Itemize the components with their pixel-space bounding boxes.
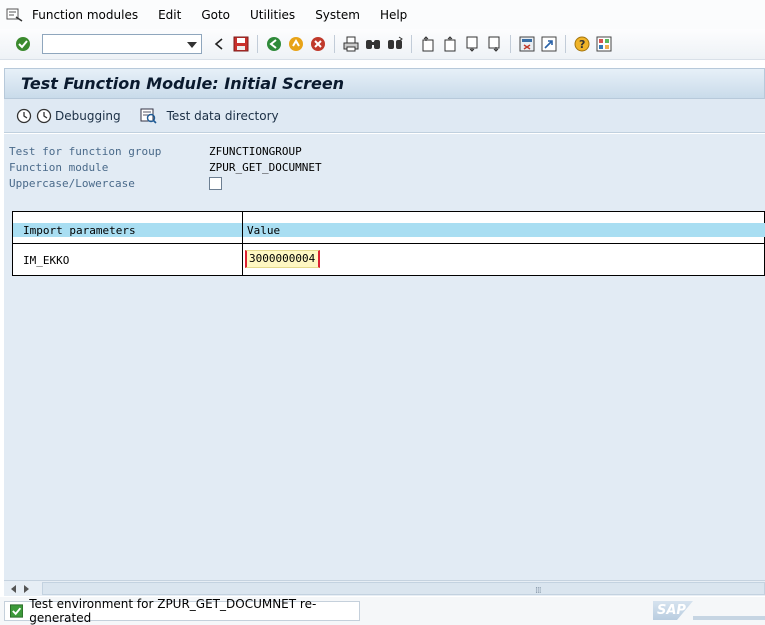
save-icon[interactable] <box>231 34 251 54</box>
chevron-down-icon[interactable] <box>187 42 197 48</box>
find-icon[interactable] <box>363 34 383 54</box>
debug-icon <box>36 108 52 123</box>
sap-logo: SAP <box>653 601 693 620</box>
toolbar-separator <box>257 35 258 53</box>
table-header: Import parameters Value <box>13 212 765 244</box>
debugging-button[interactable]: Debugging <box>36 108 121 124</box>
print-icon[interactable] <box>341 34 361 54</box>
command-field[interactable] <box>42 34 202 54</box>
toolbar-separator <box>510 35 511 53</box>
exit-icon[interactable] <box>286 34 306 54</box>
shortcut-icon[interactable] <box>539 34 559 54</box>
first-page-icon[interactable] <box>418 34 438 54</box>
toolbar-separator <box>565 35 566 53</box>
back-nav-icon[interactable] <box>209 34 229 54</box>
import-parameters-table: Import parameters Value IM_EKKO 30000000… <box>12 211 765 276</box>
menu-utilities[interactable]: Utilities <box>250 8 295 22</box>
menu-help[interactable]: Help <box>380 8 407 22</box>
help-icon[interactable]: ? <box>572 34 592 54</box>
find-next-icon[interactable] <box>385 34 405 54</box>
back-icon[interactable] <box>264 34 284 54</box>
application-toolbar: Debugging Test data directory <box>4 99 765 133</box>
function-module-row: Function module ZPUR_GET_DOCUMNET <box>9 159 322 175</box>
execute-button[interactable] <box>16 108 32 124</box>
scrollbar-grip-icon[interactable]: ⁞⁞⁞ <box>535 586 542 596</box>
previous-page-icon[interactable] <box>440 34 460 54</box>
test-data-directory-label: Test data directory <box>166 108 279 123</box>
test-data-directory-icon <box>140 108 157 124</box>
scroll-right-icon[interactable] <box>20 582 32 596</box>
svg-text:?: ? <box>579 38 585 51</box>
function-group-label: Test for function group <box>9 144 162 158</box>
create-session-icon[interactable] <box>517 34 537 54</box>
status-bar: Test environment for ZPUR_GET_DOCUMNET r… <box>0 597 765 625</box>
enter-icon[interactable] <box>13 34 33 54</box>
column-header-value[interactable]: Value <box>243 223 765 237</box>
debugging-label: Debugging <box>55 108 121 123</box>
layout-icon[interactable] <box>594 34 614 54</box>
clock-execute-icon <box>16 108 32 123</box>
success-check-icon <box>10 604 24 618</box>
status-message-text: Test environment for ZPUR_GET_DOCUMNET r… <box>29 597 317 625</box>
menu-goto[interactable]: Goto <box>201 8 230 22</box>
horizontal-scrollbar[interactable]: ⁞⁞⁞ <box>4 580 765 596</box>
next-page-icon[interactable] <box>462 34 482 54</box>
menu-function-modules[interactable]: Function modules <box>32 8 138 22</box>
menu-edit[interactable]: Edit <box>158 8 181 22</box>
test-data-directory-button[interactable]: Test data directory <box>139 108 279 124</box>
function-group-value: ZFUNCTIONGROUP <box>209 144 302 158</box>
main-area: Test for function group ZFUNCTIONGROUP F… <box>4 134 765 580</box>
menu-bar: Function modules Edit Goto Utilities Sys… <box>0 0 765 29</box>
status-message[interactable]: Test environment for ZPUR_GET_DOCUMNET r… <box>4 597 360 625</box>
uppercase-row: Uppercase/Lowercase <box>9 175 222 191</box>
menu-system[interactable]: System <box>315 8 360 22</box>
table-row: IM_EKKO 3000000004 <box>13 244 765 275</box>
page-title: Test Function Module: Initial Screen <box>21 74 345 93</box>
function-group-row: Test for function group ZFUNCTIONGROUP <box>9 143 302 159</box>
cancel-icon[interactable] <box>308 34 328 54</box>
scrollbar-track[interactable]: ⁞⁞⁞ <box>42 582 765 596</box>
scroll-left-icon[interactable] <box>8 582 20 596</box>
toolbar-separator <box>411 35 412 53</box>
last-page-icon[interactable] <box>484 34 504 54</box>
function-module-label: Function module <box>9 160 109 174</box>
parameter-value-input[interactable]: 3000000004 <box>245 250 320 268</box>
uppercase-label: Uppercase/Lowercase <box>9 176 135 190</box>
column-header-import-parameters[interactable]: Import parameters <box>13 223 242 237</box>
standard-toolbar: ? <box>0 29 765 60</box>
function-module-value: ZPUR_GET_DOCUMNET <box>209 160 322 174</box>
uppercase-checkbox[interactable] <box>209 176 222 190</box>
toolbar-separator <box>334 35 335 53</box>
system-menu-icon[interactable] <box>6 7 24 23</box>
title-bar: Test Function Module: Initial Screen <box>4 68 765 99</box>
status-info-bar[interactable] <box>693 616 765 620</box>
parameter-name: IM_EKKO <box>23 254 70 267</box>
